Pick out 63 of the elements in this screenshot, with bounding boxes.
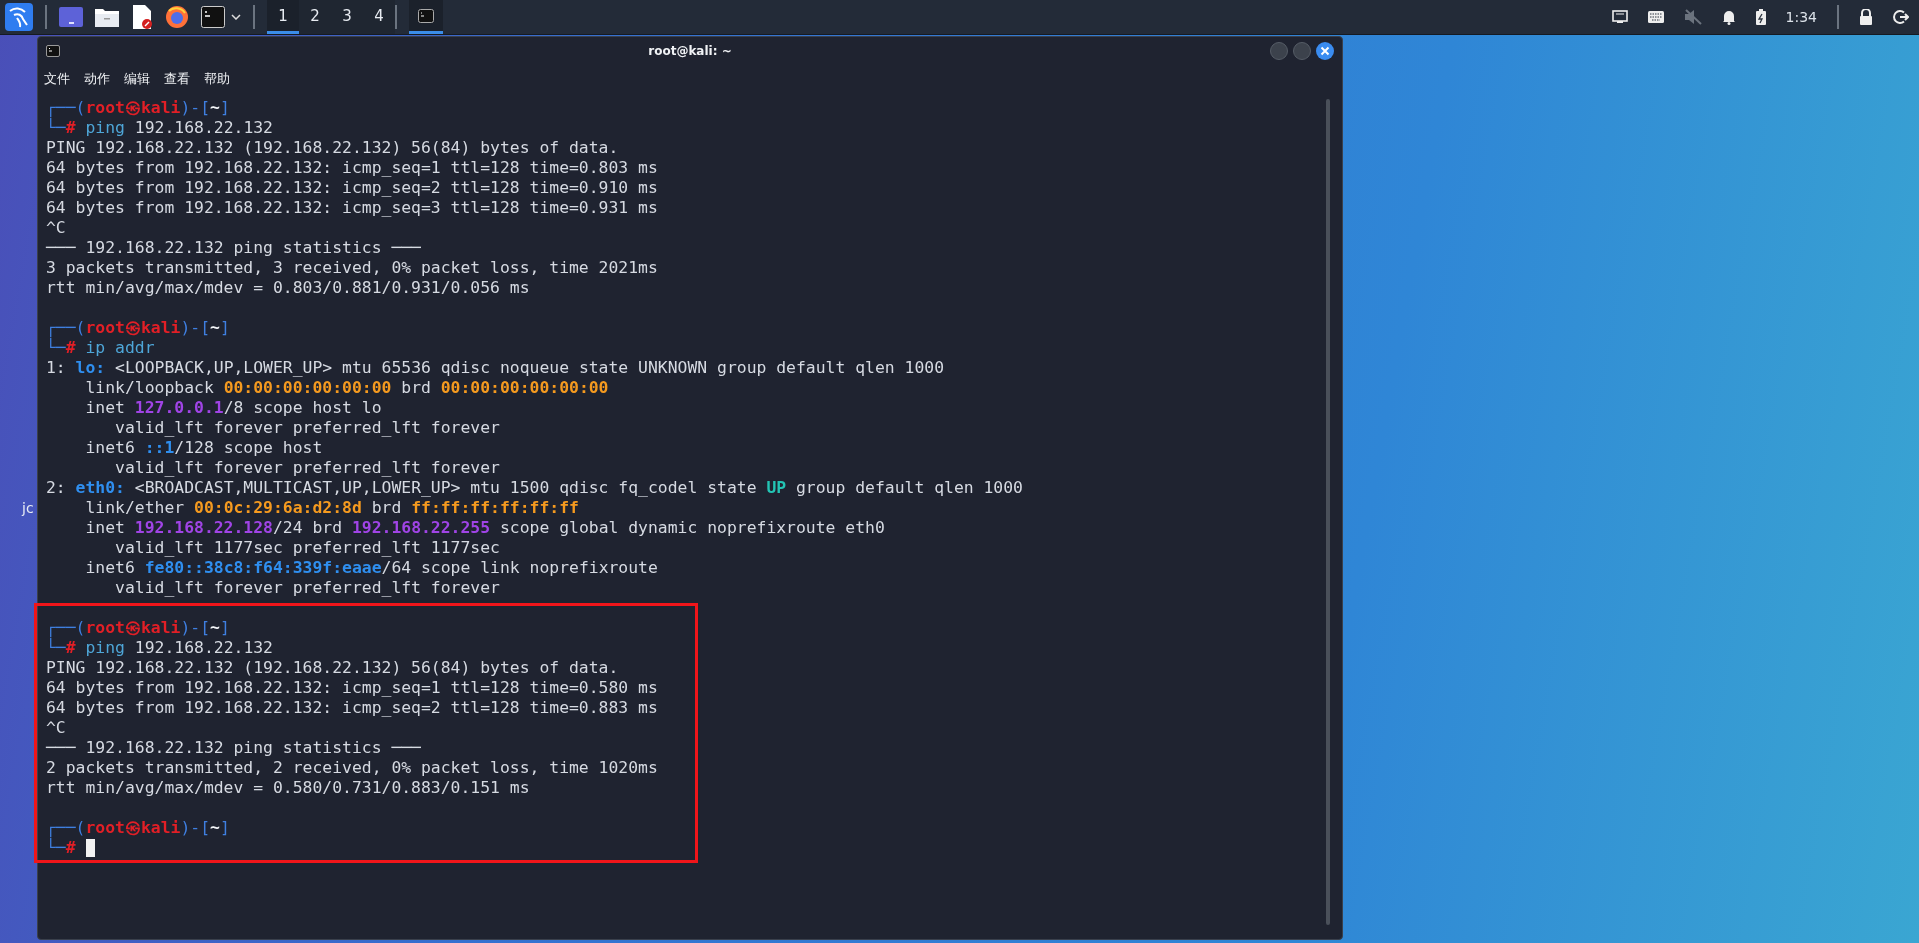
caret-icon[interactable]	[231, 14, 241, 20]
terminal-line: ─── 192.168.22.132 ping statistics ───	[46, 238, 421, 258]
terminal-line: └─#	[46, 838, 76, 858]
workspace-button[interactable]: 2	[299, 0, 331, 34]
terminal-line: inet 192.168.22.128/24 brd 192.168.22.255 scope global dynamic noprefixroute eth0	[84, 518, 885, 538]
terminal-line: valid_lft forever preferred_lft forever	[114, 418, 500, 438]
logout-icon[interactable]	[1893, 9, 1909, 25]
terminal-line: 2 packets transmitted, 2 received, 0% packet loss, time 1020ms	[46, 758, 658, 778]
folder-icon[interactable]	[95, 7, 119, 27]
terminal-line: valid_lft 1177sec preferred_lft 1177sec	[114, 538, 500, 558]
terminal-line: 64 bytes from 192.168.22.132: icmp_seq=2 ttl=128 time=0.883 ms	[46, 698, 658, 718]
bell-icon[interactable]	[1721, 9, 1736, 25]
terminal-line: link/loopback 00:00:00:00:00:00 brd 00:00:00:00:00:00	[84, 378, 609, 398]
menu-item[interactable]: 编辑	[124, 70, 150, 88]
terminal-line: ┌──(root㉿kali)-[~]	[46, 98, 230, 117]
terminal-line: PING 192.168.22.132 (192.168.22.132) 56(84) bytes of data.	[46, 138, 619, 158]
terminal-icon[interactable]	[201, 6, 225, 28]
battery-icon[interactable]	[1755, 9, 1766, 25]
scrollbar[interactable]	[1326, 99, 1330, 925]
window-title: root@kali: ~	[648, 44, 732, 58]
terminal-line: rtt min/avg/max/mdev = 0.803/0.881/0.931/0.056 ms	[46, 278, 530, 298]
terminal-task-button[interactable]	[409, 0, 443, 34]
terminal-line: └─# ping 192.168.22.132	[46, 638, 273, 658]
terminal-line: 1: lo: <LOOPBACK,UP,LOWER_UP> mtu 65536 qdisc noqueue state UNKNOWN group default qlen 1000	[46, 358, 944, 378]
terminal-line: link/ether 00:0c:29:6a:d2:8d brd ff:ff:ff:ff:ff:ff	[84, 498, 579, 518]
desktop-icon-label: jc	[22, 500, 34, 516]
terminal-line: 3 packets transmitted, 3 received, 0% packet loss, time 2021ms	[46, 258, 658, 278]
close-icon[interactable]	[1316, 42, 1334, 60]
terminal-line: └─# ip addr	[46, 338, 155, 358]
terminal-line: ^C	[46, 718, 66, 738]
terminal-line: valid_lft forever preferred_lft forever	[114, 578, 500, 598]
terminal-line: 64 bytes from 192.168.22.132: icmp_seq=3 ttl=128 time=0.931 ms	[46, 198, 658, 218]
terminal-icon	[418, 8, 434, 23]
workspace-button[interactable]: 3	[331, 0, 363, 34]
terminal-line: ┌──(root㉿kali)-[~]	[46, 318, 230, 337]
menu-item[interactable]: 帮助	[204, 70, 230, 88]
terminal-line: 64 bytes from 192.168.22.132: icmp_seq=1 ttl=128 time=0.580 ms	[46, 678, 658, 698]
terminal-line: rtt min/avg/max/mdev = 0.580/0.731/0.883/0.151 ms	[46, 778, 530, 798]
terminal-line: ^C	[46, 218, 66, 238]
menu-item[interactable]: 动作	[84, 70, 110, 88]
terminal-line: ┌──(root㉿kali)-[~]	[46, 818, 230, 837]
clock-time[interactable]: 1:34	[1785, 9, 1817, 25]
terminal-line: ┌──(root㉿kali)-[~]	[46, 618, 230, 637]
terminal-line: valid_lft forever preferred_lft forever	[114, 458, 500, 478]
workspace-button[interactable]: 4	[363, 0, 395, 34]
terminal-line: └─# ping 192.168.22.132	[46, 118, 273, 138]
terminal-line: ─── 192.168.22.132 ping statistics ───	[46, 738, 421, 758]
terminal-line: 2: eth0: <BROADCAST,MULTICAST,UP,LOWER_UP> mtu 1500 qdisc fq_codel state UP group default qlen 1000	[46, 478, 1023, 498]
terminal-line: PING 192.168.22.132 (192.168.22.132) 56(84) bytes of data.	[46, 658, 619, 678]
menu-item[interactable]: 文件	[44, 70, 70, 88]
terminal-line: 64 bytes from 192.168.22.132: icmp_seq=1 ttl=128 time=0.803 ms	[46, 158, 658, 178]
desktop-icon[interactable]	[59, 7, 83, 27]
speaker-icon[interactable]	[1683, 9, 1702, 25]
text-editor-icon[interactable]	[131, 5, 153, 29]
menu-item[interactable]: 查看	[164, 70, 190, 88]
workspace-button[interactable]: 1	[267, 0, 299, 34]
keyboard-icon[interactable]	[1647, 11, 1664, 23]
terminal-line: 64 bytes from 192.168.22.132: icmp_seq=2 ttl=128 time=0.910 ms	[46, 178, 658, 198]
terminal-line: inet 127.0.0.1/8 scope host lo	[84, 398, 382, 418]
lock-icon[interactable]	[1859, 9, 1873, 25]
terminal-line: inet6 fe80::38c8:f64:339f:eaae/64 scope link noprefixroute	[84, 558, 658, 578]
terminal-line: inet6 ::1/128 scope host	[84, 438, 323, 458]
terminal-icon	[46, 45, 60, 57]
